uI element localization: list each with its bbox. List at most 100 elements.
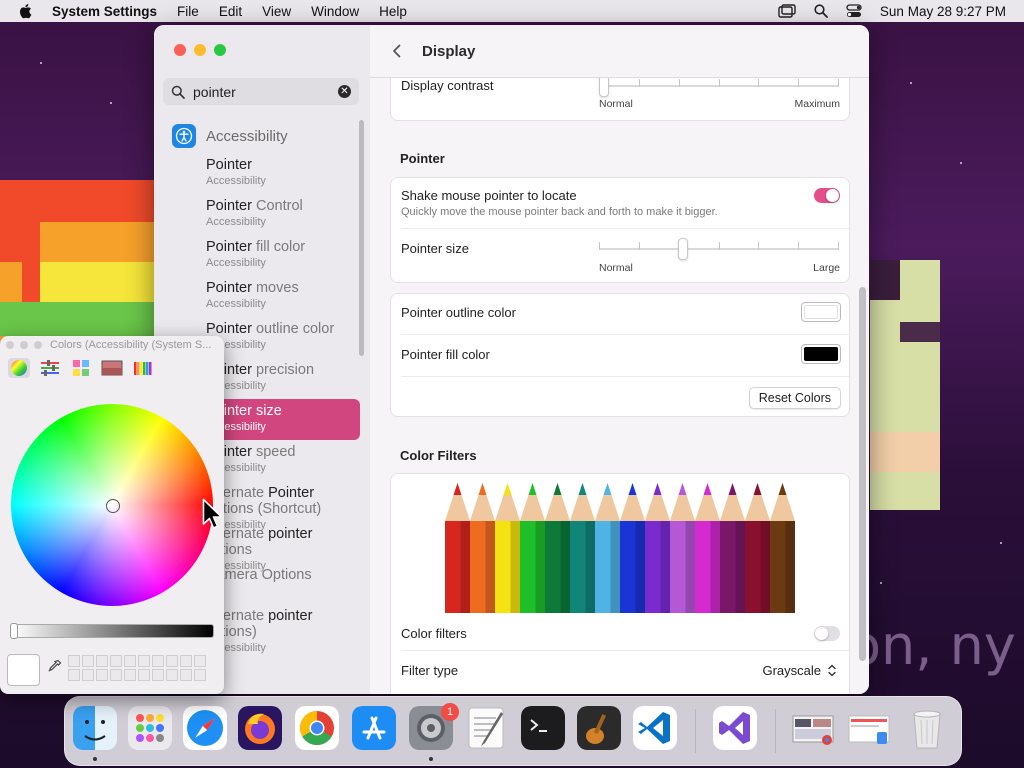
- control-center-icon[interactable]: [846, 4, 862, 18]
- pointer-section-title: Pointer: [400, 151, 445, 166]
- custom-swatch-slot[interactable]: [138, 655, 150, 667]
- eyedropper-icon[interactable]: [48, 659, 62, 675]
- custom-swatch-slot[interactable]: [180, 669, 192, 681]
- menu-app-name[interactable]: System Settings: [52, 4, 157, 19]
- terminal-icon[interactable]: [521, 706, 565, 750]
- visual-studio-icon[interactable]: [713, 706, 757, 750]
- custom-swatch-slot[interactable]: [96, 669, 108, 681]
- menu-clock[interactable]: Sun May 28 9:27 PM: [880, 4, 1006, 19]
- custom-swatch-slot[interactable]: [138, 669, 150, 681]
- apple-menu-icon[interactable]: [18, 3, 32, 19]
- chrome-icon[interactable]: [295, 706, 339, 750]
- custom-swatch-slot[interactable]: [124, 655, 136, 667]
- custom-swatch-slot[interactable]: [110, 655, 122, 667]
- recent-window-thumbnail[interactable]: [847, 706, 891, 750]
- wallpaper-stripe: [0, 180, 154, 222]
- sidebar-result-item[interactable]: Pointer Accessibility: [198, 153, 360, 194]
- color-filter-preview-image: [445, 483, 795, 613]
- zoom-window-button[interactable]: [214, 44, 226, 56]
- shake-pointer-toggle[interactable]: [814, 188, 840, 203]
- recent-window-thumbnail[interactable]: [791, 706, 835, 750]
- colors-zoom-button[interactable]: [34, 341, 42, 349]
- popup-chevrons-icon[interactable]: [827, 663, 837, 678]
- menu-window[interactable]: Window: [311, 4, 359, 19]
- launchpad-icon[interactable]: [128, 706, 172, 750]
- custom-swatch-slot[interactable]: [152, 655, 164, 667]
- sidebar-scrollbar[interactable]: [359, 120, 364, 356]
- garageband-icon[interactable]: [577, 706, 621, 750]
- pointer-size-slider[interactable]: [599, 238, 839, 260]
- result-title-suffix: outline color: [251, 321, 335, 337]
- colors-close-button[interactable]: [6, 341, 14, 349]
- wallpaper-text: on, ny: [848, 614, 1016, 677]
- custom-swatch-slot[interactable]: [194, 655, 206, 667]
- pencil-9: [670, 483, 695, 613]
- shake-pointer-desc: Quickly move the mouse pointer back and …: [401, 206, 718, 218]
- menu-view[interactable]: View: [262, 4, 291, 19]
- pencils-mode-icon[interactable]: [132, 358, 154, 378]
- image-palettes-mode-icon[interactable]: [101, 358, 123, 378]
- custom-swatch-slot[interactable]: [194, 669, 206, 681]
- display-contrast-label: Display contrast: [401, 78, 494, 93]
- vscode-icon[interactable]: [633, 706, 677, 750]
- sidebar-result-item[interactable]: Pointer moves Accessibility: [198, 276, 360, 317]
- finder-icon[interactable]: [73, 706, 117, 750]
- slider-knob[interactable]: [599, 75, 609, 97]
- custom-swatch-slot[interactable]: [68, 669, 80, 681]
- trash-icon[interactable]: [905, 706, 949, 750]
- custom-swatch-slot[interactable]: [152, 669, 164, 681]
- sidebar-result-item[interactable]: Pointer fill color Accessibility: [198, 235, 360, 276]
- filter-type-popup[interactable]: Grayscale: [762, 663, 821, 678]
- custom-swatch-slot[interactable]: [166, 669, 178, 681]
- spotlight-search-icon[interactable]: [814, 4, 828, 18]
- slider-knob[interactable]: [677, 238, 688, 260]
- brightness-knob[interactable]: [10, 623, 18, 639]
- sidebar-result-item[interactable]: Pointer Control Accessibility: [198, 194, 360, 235]
- result-title-match: Pointer: [206, 280, 252, 296]
- color-palettes-mode-icon[interactable]: [70, 358, 92, 378]
- safari-icon[interactable]: [183, 706, 227, 750]
- custom-swatch-slot[interactable]: [110, 669, 122, 681]
- firefox-icon[interactable]: [238, 706, 282, 750]
- sidebar-result-subtitle: Accessibility: [206, 380, 266, 392]
- custom-swatch-slot[interactable]: [96, 655, 108, 667]
- color-wheel-crosshair[interactable]: [106, 499, 120, 513]
- pencil-0: [445, 483, 470, 613]
- search-field[interactable]: ✕: [163, 78, 359, 105]
- custom-swatch-slot[interactable]: [180, 655, 192, 667]
- brightness-slider[interactable]: [10, 623, 214, 639]
- app-store-icon[interactable]: [352, 706, 396, 750]
- textedit-icon[interactable]: [465, 706, 509, 750]
- custom-swatch-slot[interactable]: [166, 655, 178, 667]
- search-input[interactable]: [191, 82, 335, 101]
- outline-color-well[interactable]: [801, 302, 841, 322]
- pointer-color-panel: Pointer outline color Pointer fill color…: [390, 293, 850, 417]
- contrast-min-label: Normal: [599, 98, 633, 110]
- sidebar-result-title: Pointer moves: [206, 280, 352, 296]
- content-scrollbar[interactable]: [859, 287, 866, 661]
- menu-edit[interactable]: Edit: [219, 4, 242, 19]
- back-chevron-icon[interactable]: [390, 44, 404, 58]
- color-sliders-mode-icon[interactable]: [39, 358, 61, 378]
- custom-swatch-slot[interactable]: [124, 669, 136, 681]
- color-wheel[interactable]: [11, 404, 213, 606]
- colors-minimize-button[interactable]: [20, 341, 28, 349]
- menu-bar: System Settings File Edit View Window He…: [0, 0, 1024, 22]
- minimize-window-button[interactable]: [194, 44, 206, 56]
- color-filters-toggle[interactable]: [814, 626, 840, 641]
- close-window-button[interactable]: [174, 44, 186, 56]
- current-color-swatch[interactable]: [7, 654, 40, 686]
- reset-colors-button[interactable]: Reset Colors: [748, 387, 841, 409]
- clear-search-icon[interactable]: ✕: [338, 85, 351, 98]
- fill-color-well[interactable]: [801, 344, 841, 364]
- pencil-10: [695, 483, 720, 613]
- sidebar-section-accessibility[interactable]: Accessibility: [154, 119, 370, 153]
- custom-swatch-slot[interactable]: [68, 655, 80, 667]
- menu-file[interactable]: File: [177, 4, 199, 19]
- custom-swatch-slot[interactable]: [82, 669, 94, 681]
- custom-swatch-slot[interactable]: [82, 655, 94, 667]
- screen-mirroring-icon[interactable]: [778, 4, 796, 18]
- color-wheel-mode-icon[interactable]: [8, 358, 30, 378]
- display-contrast-slider[interactable]: [599, 75, 839, 97]
- menu-help[interactable]: Help: [379, 4, 407, 19]
